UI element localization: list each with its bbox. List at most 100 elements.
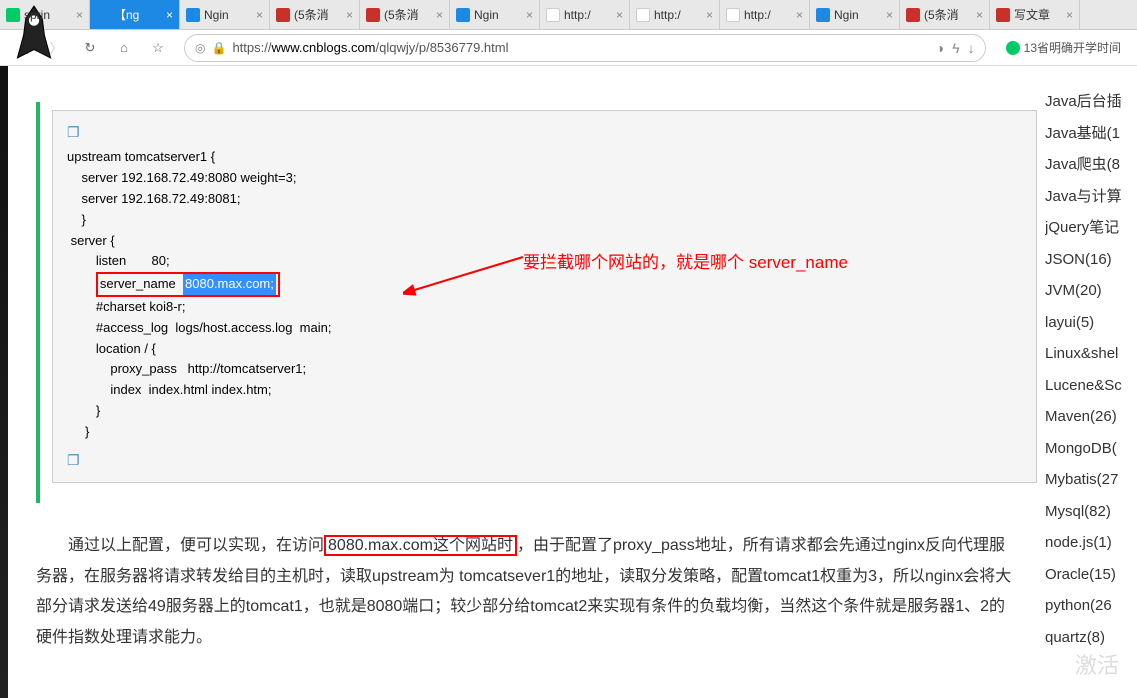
close-icon[interactable]: × <box>886 8 893 22</box>
category-link[interactable]: Oracle(15) <box>1045 559 1137 591</box>
category-link[interactable]: python(26 <box>1045 590 1137 622</box>
tab-title: 写文章 <box>1014 6 1062 23</box>
url-field[interactable]: ◎ 🔒 https://www.cnblogs.com/qlqwjy/p/853… <box>184 34 986 62</box>
tab-favicon <box>636 8 650 22</box>
category-link[interactable]: JVM(20) <box>1045 275 1137 307</box>
tab-favicon <box>96 8 110 22</box>
browser-tab[interactable]: http:/× <box>720 0 810 29</box>
browser-tab[interactable]: (5条消 × <box>900 0 990 29</box>
code-line: proxy_pass http://tomcatserver1; <box>67 359 1022 380</box>
browser-tab[interactable]: (5条消 × <box>360 0 450 29</box>
category-link[interactable]: Java与计算 <box>1045 181 1137 213</box>
favorite-button[interactable]: ☆ <box>144 34 172 62</box>
annotation-text: 要拦截哪个网站的，就是哪个 server_name <box>523 249 848 276</box>
category-link[interactable]: jQuery笔记 <box>1045 212 1137 244</box>
left-decor <box>0 66 8 698</box>
close-icon[interactable]: × <box>436 8 443 22</box>
browser-tab[interactable]: 【ng × <box>90 0 180 29</box>
tab-favicon <box>726 8 740 22</box>
category-link[interactable]: Mysql(82) <box>1045 496 1137 528</box>
code-line: } <box>67 210 1022 231</box>
highlighted-phrase: 8080.max.com这个网站时 <box>324 535 517 556</box>
close-icon[interactable]: × <box>1066 8 1073 22</box>
category-link[interactable]: Linux&shel <box>1045 338 1137 370</box>
category-link[interactable]: quartz(8) <box>1045 622 1137 654</box>
close-icon[interactable]: × <box>616 8 623 22</box>
browser-tab[interactable]: http:/ × <box>540 0 630 29</box>
copy-icon[interactable]: ❐ <box>67 449 80 471</box>
tab-favicon <box>366 8 380 22</box>
flash-icon[interactable]: ϟ <box>952 40 959 56</box>
code-line: #charset koi8-r; <box>67 297 1022 318</box>
shield-icon: ◎ <box>195 41 205 55</box>
article-main: ❐ upstream tomcatserver1 { server 192.16… <box>0 66 1037 653</box>
code-line: } <box>67 401 1022 422</box>
tab-favicon <box>546 8 560 22</box>
category-link[interactable]: JSON(16) <box>1045 244 1137 276</box>
category-sidebar: Java后台插Java基础(1Java爬虫(8Java与计算jQuery笔记JS… <box>1037 66 1137 653</box>
category-link[interactable]: Mybatis(27 <box>1045 464 1137 496</box>
tab-title: (5条消 <box>924 6 972 23</box>
tab-favicon <box>276 8 290 22</box>
code-line: } <box>67 422 1022 443</box>
category-link[interactable]: layui(5) <box>1045 307 1137 339</box>
close-icon[interactable]: × <box>796 8 803 22</box>
browser-tab[interactable]: sprin × <box>0 0 90 29</box>
browser-tab[interactable]: Ngin × <box>810 0 900 29</box>
close-icon[interactable]: × <box>706 8 713 22</box>
tab-favicon <box>6 8 20 22</box>
category-link[interactable]: Maven(26) <box>1045 401 1137 433</box>
close-icon[interactable]: × <box>166 8 173 22</box>
browser-tab[interactable]: Ngin × <box>180 0 270 29</box>
category-link[interactable]: MongoDB( <box>1045 433 1137 465</box>
category-link[interactable]: node.js(1) <box>1045 527 1137 559</box>
tab-title: Ngin <box>834 8 882 22</box>
code-block: ❐ upstream tomcatserver1 { server 192.16… <box>52 110 1037 483</box>
tab-favicon <box>906 8 920 22</box>
url-actions: ◑ ϟ ↓ <box>936 40 975 56</box>
search-engine-icon <box>1006 41 1020 55</box>
tab-title: 【ng <box>114 6 162 23</box>
download-icon[interactable]: ↓ <box>968 40 975 56</box>
lock-icon: 🔒 <box>211 41 226 55</box>
tab-title: Ngin <box>474 8 522 22</box>
browser-tab[interactable]: 写文章 × <box>990 0 1080 29</box>
tab-favicon <box>816 8 830 22</box>
close-icon[interactable]: × <box>526 8 533 22</box>
tab-title: sprin <box>24 8 72 22</box>
close-icon[interactable]: × <box>346 8 353 22</box>
address-bar: 〈 〉 ↻ ⌂ ☆ ◎ 🔒 https://www.cnblogs.com/ql… <box>0 30 1137 66</box>
tab-title: (5条消 <box>294 6 342 23</box>
side-search[interactable]: 13省明确开学时间 <box>998 39 1129 56</box>
tab-favicon <box>996 8 1010 22</box>
browser-tab[interactable]: Ngin × <box>450 0 540 29</box>
tab-favicon <box>186 8 200 22</box>
copy-icon[interactable]: ❐ <box>67 121 80 143</box>
code-line: server 192.168.72.49:8080 weight=3; <box>67 168 1022 189</box>
category-link[interactable]: Java爬虫(8 <box>1045 149 1137 181</box>
close-icon[interactable]: × <box>76 8 83 22</box>
tab-title: Ngin <box>204 8 252 22</box>
close-icon[interactable]: × <box>256 8 263 22</box>
tab-favicon <box>456 8 470 22</box>
tab-title: http:/ <box>564 8 612 22</box>
tab-title: http:/ <box>654 8 702 22</box>
category-link[interactable]: Java基础(1 <box>1045 118 1137 150</box>
code-line: #access_log logs/host.access.log main; <box>67 318 1022 339</box>
search-hint: 13省明确开学时间 <box>1024 39 1121 56</box>
compass-icon[interactable]: ◑ <box>936 40 944 56</box>
home-button[interactable]: ⌂ <box>110 34 138 62</box>
article-paragraph: 通过以上配置，便可以实现，在访问8080.max.com这个网站时，由于配置了p… <box>36 531 1037 653</box>
browser-tab[interactable]: (5条消 × <box>270 0 360 29</box>
category-link[interactable]: Lucene&Sc <box>1045 370 1137 402</box>
close-icon[interactable]: × <box>976 8 983 22</box>
tab-strip: sprin×【ng×Ngin×(5条消×(5条消×Ngin×http:/×htt… <box>0 0 1137 30</box>
code-line: index index.html index.htm; <box>67 380 1022 401</box>
code-line: server 192.168.72.49:8081; <box>67 189 1022 210</box>
code-line: location / { <box>67 339 1022 360</box>
category-link[interactable]: Java后台插 <box>1045 86 1137 118</box>
reload-button[interactable]: ↻ <box>76 34 104 62</box>
browser-tab[interactable]: http:/ × <box>630 0 720 29</box>
tab-title: (5条消 <box>384 6 432 23</box>
code-line: upstream tomcatserver1 { <box>67 147 1022 168</box>
